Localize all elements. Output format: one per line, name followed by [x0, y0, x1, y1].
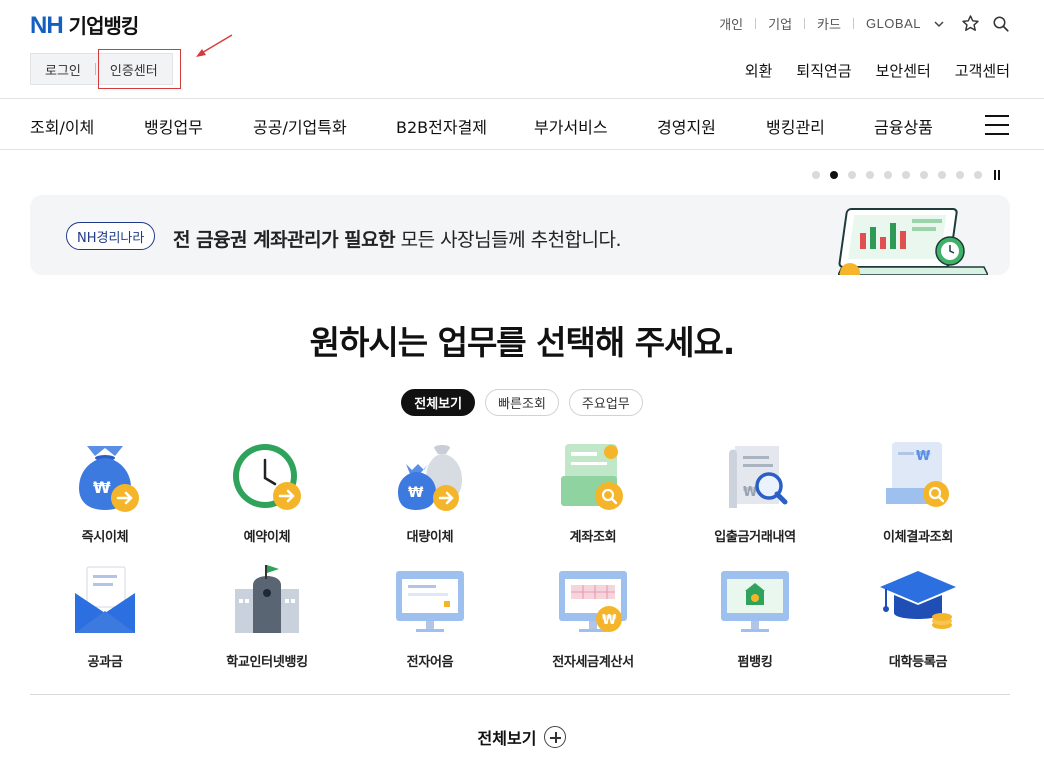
service-scheduled-transfer[interactable]: 예약이체: [192, 438, 342, 545]
service-label: 공과금: [87, 655, 123, 670]
slider-dot[interactable]: [920, 171, 928, 179]
service-bulk-transfer[interactable]: ₩ 대량이체: [355, 438, 505, 545]
document-search-icon: [561, 444, 623, 510]
divider: [852, 18, 854, 29]
money-bags-icon: ₩: [398, 445, 462, 511]
search-icon[interactable]: [992, 15, 1010, 33]
svg-text:₩: ₩: [93, 478, 111, 497]
tab-all[interactable]: 전체보기: [401, 389, 476, 416]
view-all-button[interactable]: 전체보기: [0, 725, 1044, 749]
util-link-card[interactable]: 카드: [817, 14, 841, 33]
nav-item-extra[interactable]: 부가서비스: [534, 114, 608, 138]
slider-dot[interactable]: [974, 171, 982, 179]
nav-item-b2b[interactable]: B2B전자결제: [396, 114, 487, 138]
divider: [755, 18, 757, 29]
nav-item-products[interactable]: 금융상품: [874, 114, 933, 138]
slider-dot[interactable]: [956, 171, 964, 179]
service-label: 계좌조회: [569, 530, 617, 545]
banner-tag: NH경리나라: [66, 222, 156, 250]
service-label: 즉시이체: [81, 530, 129, 545]
slider-dot[interactable]: [902, 171, 910, 179]
tab-main-tasks[interactable]: 주요업무: [568, 389, 643, 416]
logo-nh: NH: [30, 12, 64, 39]
service-e-tax-invoice[interactable]: ₩ 전자세금계산서: [518, 563, 668, 670]
nav-item-settings[interactable]: 뱅킹관리: [766, 114, 825, 138]
util-link-business[interactable]: 기업: [768, 14, 792, 33]
divider: [30, 694, 1010, 695]
slider-dot[interactable]: [866, 171, 874, 179]
hamburger-menu-icon[interactable]: [985, 115, 1009, 135]
filter-tabs: 전체보기 빠른조회 주요업무: [0, 389, 1044, 416]
quick-link-security[interactable]: 보안센터: [876, 60, 931, 81]
service-transaction-history[interactable]: ₩ 입출금거래내역: [680, 438, 830, 545]
util-link-personal[interactable]: 개인: [719, 14, 743, 33]
utility-nav: 개인 기업 카드 GLOBAL: [719, 14, 1010, 33]
graduation-cap-icon: [880, 571, 956, 629]
slider-dot[interactable]: [848, 171, 856, 179]
logo-title: 기업뱅킹: [68, 14, 140, 38]
service-utility-bills[interactable]: 공과금: [30, 563, 180, 670]
service-account-inquiry[interactable]: 계좌조회: [518, 438, 668, 545]
monitor-document-icon: [396, 571, 464, 632]
service-label: 입출금거래내역: [714, 530, 796, 545]
service-school-banking[interactable]: 학교인터넷뱅킹: [192, 563, 342, 670]
service-transfer-results[interactable]: ₩ 이체결과조회: [843, 438, 993, 545]
money-bag-arrow-icon: ₩: [79, 446, 139, 512]
nh-logo[interactable]: NH 기업뱅킹: [30, 10, 140, 40]
quick-links: 외환 퇴직연금 보안센터 고객센터: [721, 60, 1010, 81]
global-selector[interactable]: GLOBAL: [866, 16, 921, 31]
envelope-icon: [75, 566, 135, 633]
monitor-table-icon: ₩: [559, 571, 627, 632]
slider-dot-active[interactable]: [830, 171, 838, 179]
chevron-down-icon[interactable]: [933, 18, 945, 30]
nav-item-inquiry[interactable]: 조회/이체: [30, 114, 94, 138]
nav-item-public[interactable]: 공공/기업특화: [253, 114, 347, 138]
login-button[interactable]: 로그인: [31, 54, 95, 84]
svg-text:₩: ₩: [602, 613, 617, 628]
page-title: 원하시는 업무를 선택해 주세요.: [309, 323, 736, 362]
svg-text:₩: ₩: [916, 449, 931, 464]
service-label: 대량이체: [406, 530, 454, 545]
banner-text: 전 금융권 계좌관리가 필요한 모든 사장님들께 추천합니다.: [173, 229, 622, 251]
service-label: 예약이체: [243, 530, 291, 545]
divider: [804, 18, 806, 29]
service-label: 이체결과조회: [883, 530, 953, 545]
promo-banner[interactable]: NH경리나라 전 금융권 계좌관리가 필요한 모든 사장님들께 추천합니다.: [30, 195, 1010, 275]
nav-item-banking[interactable]: 뱅킹업무: [144, 114, 203, 138]
service-label: 펌뱅킹: [737, 655, 773, 670]
service-label: 전자세금계산서: [552, 655, 634, 670]
view-all-label: 전체보기: [477, 729, 537, 748]
quick-link-support[interactable]: 고객센터: [955, 60, 1010, 81]
service-instant-transfer[interactable]: ₩ 즉시이체: [30, 438, 180, 545]
quick-link-forex[interactable]: 외환: [745, 60, 773, 81]
nav-item-management[interactable]: 경영지원: [657, 114, 716, 138]
clock-arrow-icon: [233, 444, 301, 510]
annotation-arrow-icon: [196, 34, 233, 57]
slider-dot[interactable]: [938, 171, 946, 179]
service-label: 전자어음: [406, 655, 454, 670]
receipt-magnifier-icon: ₩: [729, 446, 788, 508]
service-label: 학교인터넷뱅킹: [226, 655, 308, 670]
pause-icon[interactable]: [994, 170, 1002, 180]
slider-dots: [802, 170, 1002, 180]
quick-link-pension[interactable]: 퇴직연금: [796, 60, 851, 81]
ledger-search-icon: ₩: [886, 442, 949, 507]
service-label: 대학등록금: [888, 655, 948, 670]
laptop-chart-icon: [838, 208, 988, 275]
service-firm-banking[interactable]: 펌뱅킹: [680, 563, 830, 670]
school-building-icon: [235, 565, 299, 633]
slider-dot[interactable]: [884, 171, 892, 179]
service-e-bill[interactable]: 전자어음: [355, 563, 505, 670]
slider-dot[interactable]: [812, 171, 820, 179]
plus-icon: [544, 726, 567, 748]
service-university-tuition[interactable]: 대학등록금: [843, 563, 993, 670]
main-nav: 조회/이체 뱅킹업무 공공/기업특화 B2B전자결제 부가서비스 경영지원 뱅킹…: [0, 98, 1044, 150]
monitor-bank-icon: [721, 571, 789, 632]
highlight-box: [98, 49, 181, 89]
svg-text:₩: ₩: [408, 485, 424, 501]
star-icon[interactable]: [961, 14, 980, 33]
tab-quick-inquiry[interactable]: 빠른조회: [485, 389, 559, 416]
